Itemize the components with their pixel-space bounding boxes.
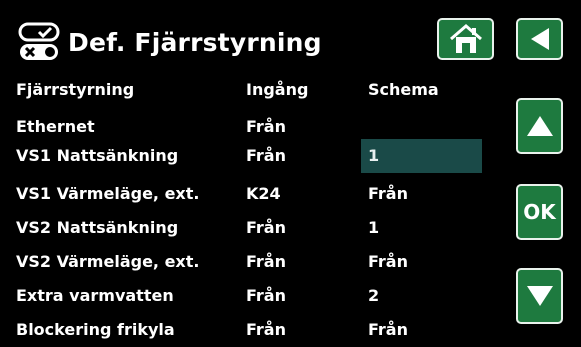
back-arrow-icon [530, 28, 549, 50]
row-input-value[interactable]: Från [246, 279, 286, 313]
up-arrow-icon [526, 116, 553, 136]
down-button[interactable] [516, 268, 563, 324]
ok-label: OK [523, 200, 556, 224]
row-label: Blockering frikyla [16, 320, 175, 339]
table-row[interactable]: Blockering frikyla Från Från [0, 313, 505, 347]
page-title: Def. Fjärrstyrning [68, 28, 322, 57]
row-label: Extra varmvatten [16, 286, 174, 305]
up-button[interactable] [516, 98, 563, 154]
ok-button[interactable]: OK [516, 184, 563, 240]
table-row[interactable]: VS2 Nattsänkning Från 1 [0, 211, 505, 245]
row-input-value[interactable]: Från [246, 211, 286, 245]
column-header-schedule: Schema [368, 80, 439, 99]
column-header-remote: Fjärrstyrning [16, 80, 135, 99]
table-row[interactable]: Extra varmvatten Från 2 [0, 279, 505, 313]
row-input-value[interactable]: Från [246, 139, 286, 173]
row-schedule-value[interactable]: 2 [368, 279, 379, 313]
down-arrow-icon [526, 286, 553, 306]
table-row[interactable]: VS2 Värmeläge, ext. Från Från [0, 245, 505, 279]
row-label: VS2 Nattsänkning [16, 218, 179, 237]
row-schedule-value[interactable]: 1 [368, 211, 379, 245]
switch-toggle-icon [18, 22, 60, 60]
row-schedule-value[interactable]: Från [368, 177, 408, 211]
row-input-value[interactable]: K24 [246, 177, 281, 211]
row-input-value[interactable]: Från [246, 245, 286, 279]
table-header: Fjärrstyrning Ingång Schema [0, 73, 505, 107]
home-icon [449, 24, 482, 53]
row-schedule-value[interactable]: Från [368, 313, 408, 347]
row-input-value[interactable]: Från [246, 313, 286, 347]
table-row[interactable]: VS1 Värmeläge, ext. K24 Från [0, 177, 505, 211]
row-label: VS1 Värmeläge, ext. [16, 184, 200, 203]
row-label: VS2 Värmeläge, ext. [16, 252, 200, 271]
back-button[interactable] [516, 18, 563, 60]
row-label: VS1 Nattsänkning [16, 146, 179, 165]
column-header-input: Ingång [246, 80, 309, 99]
home-button[interactable] [437, 18, 494, 60]
table-row[interactable]: VS1 Nattsänkning Från [0, 139, 505, 173]
row-schedule-value[interactable]: Från [368, 245, 408, 279]
